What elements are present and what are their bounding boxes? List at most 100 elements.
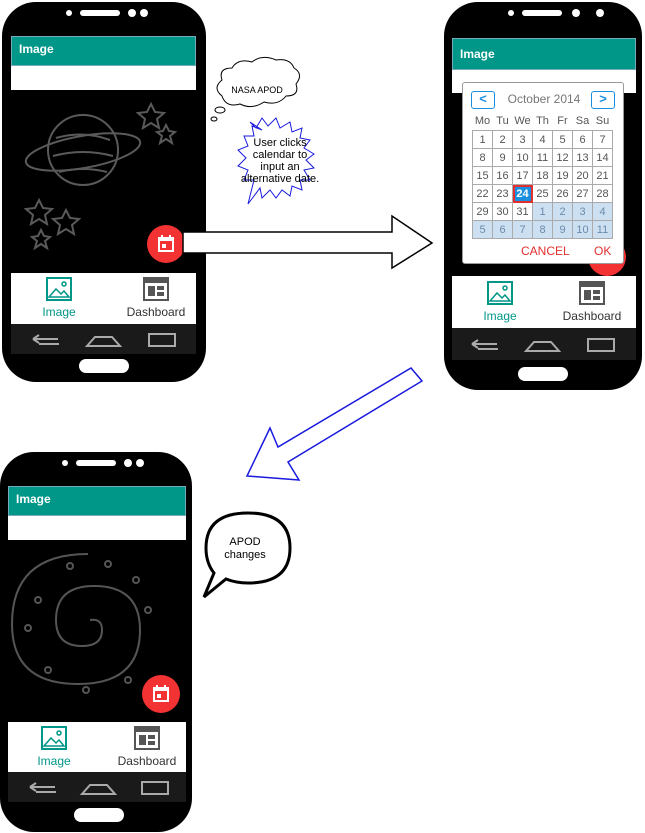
weekday-header: We — [514, 114, 531, 127]
home-button[interactable] — [74, 808, 124, 822]
calendar-week: 22 23 24 25 26 27 28 — [472, 184, 613, 203]
back-icon[interactable] — [29, 782, 56, 793]
burst-text: User clicks calendar to input an alterna… — [240, 137, 320, 185]
apod-image — [8, 540, 186, 722]
day-cell[interactable]: 5 — [552, 130, 573, 149]
day-cell[interactable]: 4 — [532, 130, 553, 149]
camera-dot — [140, 9, 148, 17]
speaker-dot — [66, 10, 72, 16]
day-cell[interactable]: 9 — [552, 220, 573, 239]
speaker-grille — [80, 10, 120, 16]
day-cell[interactable]: 10 — [572, 220, 593, 239]
day-cell[interactable]: 8 — [532, 220, 553, 239]
day-cell[interactable]: 18 — [532, 166, 553, 185]
nav-dashboard[interactable]: Dashboard — [121, 277, 191, 319]
day-cell[interactable]: 7 — [592, 130, 613, 149]
next-month-button[interactable]: > — [591, 91, 615, 109]
system-nav-bar — [8, 772, 186, 802]
day-cell[interactable]: 8 — [472, 148, 493, 167]
recents-icon[interactable] — [148, 333, 176, 347]
nav-dashboard-label: Dashboard — [126, 305, 186, 319]
calendar-icon — [153, 685, 169, 702]
day-cell[interactable]: 11 — [532, 148, 553, 167]
calendar-grid: Mo Tu We Th Fr Sa Su 1 2 3 4 5 6 7 8 9 10 11 12 13 14 15 16 17… — [472, 111, 613, 239]
home-icon[interactable] — [84, 336, 123, 347]
back-icon[interactable] — [471, 339, 498, 350]
day-cell[interactable]: 28 — [592, 184, 613, 203]
image-icon — [487, 281, 513, 305]
nav-image[interactable]: Image — [470, 281, 530, 323]
day-cell[interactable]: 14 — [592, 148, 613, 167]
day-cell[interactable]: 21 — [592, 166, 613, 185]
calendar-week: 8 9 10 11 12 13 14 — [472, 148, 613, 167]
app-bar-title: Image — [11, 36, 196, 66]
day-cell[interactable]: 26 — [552, 184, 573, 203]
day-cell[interactable]: 12 — [552, 148, 573, 167]
recents-icon[interactable] — [587, 338, 615, 352]
day-cell[interactable]: 15 — [472, 166, 493, 185]
day-cell[interactable]: 13 — [572, 148, 593, 167]
weekday-header: Th — [536, 114, 549, 127]
nav-image[interactable]: Image — [29, 277, 89, 319]
day-cell[interactable]: 2 — [552, 202, 573, 221]
calendar-week: 5 6 7 8 9 10 11 — [472, 220, 613, 239]
day-cell[interactable]: 11 — [592, 220, 613, 239]
speaker-dot — [62, 460, 68, 466]
calendar-fab[interactable] — [147, 225, 185, 263]
calendar-icon — [158, 235, 174, 252]
ok-button[interactable]: OK — [594, 244, 611, 258]
day-cell[interactable]: 1 — [532, 202, 553, 221]
day-cell[interactable]: 20 — [572, 166, 593, 185]
speech-text: APOD changes — [224, 536, 266, 561]
system-nav-bar — [452, 328, 636, 360]
day-cell[interactable]: 9 — [492, 148, 513, 167]
nav-dashboard-label: Dashboard — [117, 754, 177, 768]
day-cell[interactable]: 23 — [492, 184, 513, 203]
home-icon[interactable] — [523, 341, 562, 352]
day-cell[interactable]: 29 — [472, 202, 493, 221]
day-cell[interactable]: 30 — [492, 202, 513, 221]
day-cell[interactable]: 4 — [592, 202, 613, 221]
recents-icon[interactable] — [141, 781, 169, 795]
day-cell[interactable]: 7 — [512, 220, 533, 239]
phone-1: Image Image Dashboard — [2, 2, 206, 382]
dashboard-icon — [579, 281, 605, 305]
cancel-button[interactable]: CANCEL — [521, 244, 570, 258]
day-cell[interactable]: 1 — [472, 130, 493, 149]
speaker-grille — [522, 10, 562, 16]
bottom-nav: Image Dashboard — [11, 273, 196, 323]
nav-dashboard[interactable]: Dashboard — [556, 281, 628, 323]
day-cell[interactable]: 27 — [572, 184, 593, 203]
day-cell[interactable]: 16 — [492, 166, 513, 185]
day-cell[interactable]: 22 — [472, 184, 493, 203]
dashboard-icon — [143, 277, 169, 301]
day-cell[interactable]: 17 — [512, 166, 533, 185]
day-cell[interactable]: 10 — [512, 148, 533, 167]
day-cell[interactable]: 2 — [492, 130, 513, 149]
home-icon[interactable] — [79, 784, 118, 795]
nav-dashboard-label: Dashboard — [562, 309, 622, 323]
camera-dot — [596, 9, 604, 17]
nav-image[interactable]: Image — [24, 726, 84, 768]
calendar-week: 15 16 17 18 19 20 21 — [472, 166, 613, 185]
bottom-nav: Image Dashboard — [8, 722, 186, 772]
day-cell[interactable]: 25 — [532, 184, 553, 203]
home-button[interactable] — [518, 367, 568, 381]
home-button[interactable] — [79, 359, 129, 373]
day-cell[interactable]: 19 — [552, 166, 573, 185]
selected-day-cell[interactable]: 24 — [512, 184, 533, 203]
back-icon[interactable] — [32, 334, 59, 345]
calendar-fab[interactable] — [142, 675, 180, 713]
day-cell[interactable]: 31 — [512, 202, 533, 221]
day-cell[interactable]: 6 — [492, 220, 513, 239]
day-cell[interactable]: 3 — [512, 130, 533, 149]
sensor-dot — [128, 9, 136, 17]
screen: Image Image Dashboard — [8, 486, 186, 802]
bottom-nav: Image Dashboard — [452, 276, 636, 328]
day-cell[interactable]: 3 — [572, 202, 593, 221]
prev-month-button[interactable]: < — [471, 91, 495, 109]
nav-dashboard[interactable]: Dashboard — [112, 726, 182, 768]
day-cell[interactable]: 5 — [472, 220, 493, 239]
day-cell[interactable]: 6 — [572, 130, 593, 149]
weekday-header: Mo — [474, 114, 491, 127]
